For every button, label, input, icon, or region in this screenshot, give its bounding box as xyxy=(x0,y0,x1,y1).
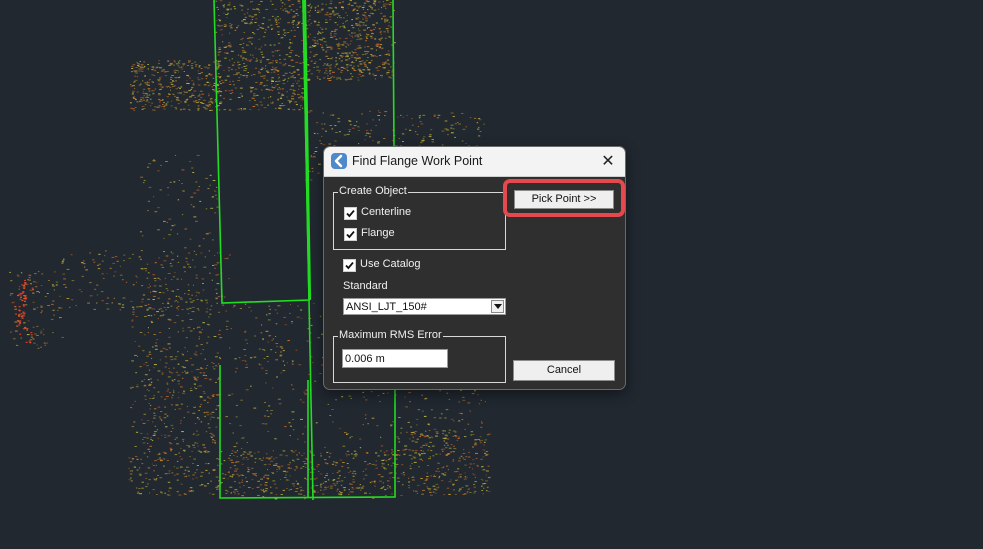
cancel-button[interactable]: Cancel xyxy=(513,360,615,381)
app-logo-icon xyxy=(331,153,347,169)
standard-select[interactable]: ANSI_LJT_150# xyxy=(343,298,506,315)
centerline-label: Centerline xyxy=(361,206,412,218)
check-icon xyxy=(345,262,354,270)
find-flange-dialog: Find Flange Work Point ✕ Create Object C… xyxy=(323,146,626,390)
create-object-label: Create Object xyxy=(338,185,408,197)
close-icon[interactable]: ✕ xyxy=(597,151,619,171)
standard-label: Standard xyxy=(343,280,388,292)
max-rms-error-input[interactable]: 0.006 m xyxy=(342,349,448,368)
max-rms-error-label: Maximum RMS Error xyxy=(338,329,443,341)
standard-selected-value: ANSI_LJT_150# xyxy=(346,301,427,313)
chevron-down-icon[interactable] xyxy=(491,300,504,313)
use-catalog-label: Use Catalog xyxy=(360,258,421,270)
centerline-checkbox[interactable] xyxy=(344,207,357,220)
create-object-group: Create Object Centerline Flange xyxy=(333,185,506,250)
pick-point-button[interactable]: Pick Point >> xyxy=(514,190,614,209)
dialog-title: Find Flange Work Point xyxy=(352,154,483,168)
max-rms-error-group: Maximum RMS Error 0.006 m xyxy=(333,329,506,383)
max-rms-error-value: 0.006 m xyxy=(345,353,385,365)
check-icon xyxy=(346,210,355,218)
use-catalog-checkbox[interactable] xyxy=(343,259,356,272)
flange-checkbox[interactable] xyxy=(344,228,357,241)
flange-label: Flange xyxy=(361,227,395,239)
check-icon xyxy=(346,231,355,239)
dialog-titlebar[interactable]: Find Flange Work Point ✕ xyxy=(324,147,625,177)
